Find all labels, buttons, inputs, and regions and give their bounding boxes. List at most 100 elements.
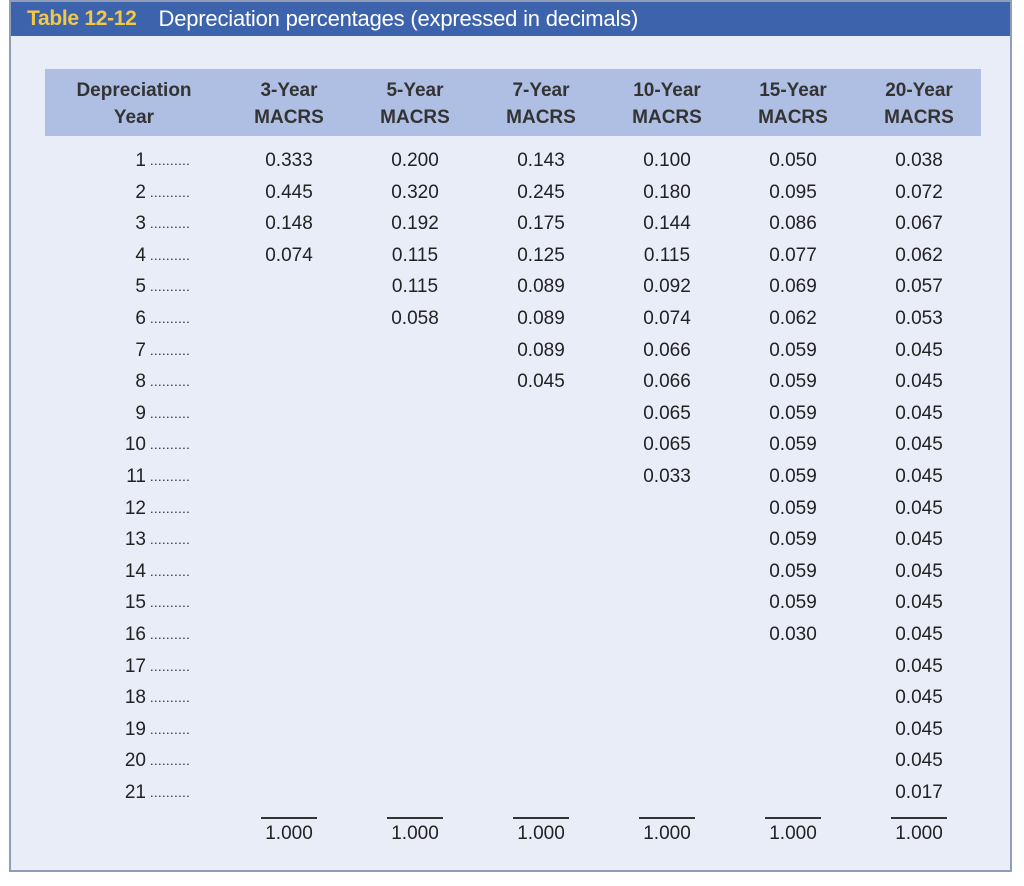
total-rule: [891, 817, 947, 819]
year-cell: 1..........: [135, 150, 191, 171]
value-cell: 0.333: [265, 150, 313, 171]
total-cell: 1.000: [391, 823, 439, 844]
year-cell: 6..........: [135, 308, 191, 329]
column-header: 7-Year MACRS: [481, 77, 601, 131]
column-header: 10-Year MACRS: [607, 77, 727, 131]
value-cell: 0.445: [265, 181, 313, 203]
column-header: 15-Year MACRS: [733, 77, 853, 131]
value-cell: 0.074: [643, 308, 691, 329]
value-cell: 0.077: [769, 244, 817, 266]
value-cell: 0.038: [895, 150, 943, 171]
year-cell: 18..........: [124, 687, 191, 709]
value-cell: 0.115: [643, 244, 691, 266]
year-cell: 17..........: [124, 655, 191, 677]
total-rule: [513, 817, 569, 819]
value-cell: 0.059: [769, 434, 817, 456]
year-cell: 5..........: [135, 276, 191, 298]
value-cell: 0.059: [769, 402, 817, 424]
value-cell: 0.066: [643, 371, 691, 393]
value-cell: 0.017: [895, 782, 943, 803]
value-cell: 0.095: [769, 181, 817, 203]
value-cell: 0.050: [769, 150, 817, 171]
value-cell: 0.089: [517, 276, 565, 298]
year-cell: 13..........: [124, 529, 191, 551]
column-header-line2: Year: [113, 107, 155, 128]
column-header: 5-Year MACRS: [355, 77, 475, 131]
value-cell: 0.045: [895, 434, 943, 456]
value-cell: 0.175: [517, 213, 565, 235]
value-cell: 0.069: [769, 276, 817, 298]
year-cell: 2..........: [135, 181, 191, 203]
column-header-line1: 20-Year: [885, 80, 953, 101]
value-cell: 0.089: [517, 308, 565, 329]
value-cell: 0.045: [895, 497, 943, 519]
value-cell: 0.057: [895, 276, 943, 298]
year-cell: 16..........: [124, 624, 191, 645]
column-header: 20-Year MACRS: [859, 77, 979, 131]
value-cell: 0.065: [643, 402, 691, 424]
column-header-line2: MACRS: [758, 107, 828, 128]
value-cell: 0.180: [643, 181, 691, 203]
year-cell: 4..........: [135, 244, 191, 266]
value-cell: 0.045: [895, 687, 943, 709]
table-number: Table 12-12: [27, 7, 137, 30]
column-header-line2: MACRS: [632, 107, 702, 128]
value-cell: 0.045: [895, 466, 943, 487]
total-cell: 1.000: [265, 823, 313, 844]
column-header: 3-Year MACRS: [229, 77, 349, 131]
total-rule: [387, 817, 443, 819]
value-cell: 0.125: [517, 244, 565, 266]
year-cell: 15..........: [124, 592, 191, 614]
value-cell: 0.192: [391, 213, 439, 235]
value-cell: 0.045: [895, 750, 943, 772]
year-cell: 19..........: [124, 718, 191, 740]
value-cell: 0.059: [769, 466, 817, 487]
year-cell: 8..........: [135, 371, 191, 393]
value-cell: 0.062: [769, 308, 817, 329]
value-cell: 0.059: [769, 339, 817, 361]
value-cell: 0.045: [895, 371, 943, 393]
table-frame: Table 12-12 Depreciation percentages (ex…: [9, 0, 1012, 872]
value-cell: 0.065: [643, 434, 691, 456]
value-cell: 0.066: [643, 339, 691, 361]
value-cell: 0.062: [895, 244, 943, 266]
column-header-line2: MACRS: [380, 107, 450, 128]
value-cell: 0.030: [769, 624, 817, 645]
value-cell: 0.115: [391, 276, 439, 298]
column-header-line1: Depreciation: [76, 80, 192, 101]
year-cell: 12..........: [124, 497, 191, 519]
total-rule: [639, 817, 695, 819]
value-cell: 0.067: [895, 213, 943, 235]
column-header-line1: 5-Year: [386, 80, 444, 101]
total-cell: 1.000: [643, 823, 691, 844]
total-rule: [765, 817, 821, 819]
value-cell: 0.092: [643, 276, 691, 298]
column-header-line1: 15-Year: [759, 80, 827, 101]
total-cell: 1.000: [769, 823, 817, 844]
table-title: Depreciation percentages (expressed in d…: [158, 6, 639, 31]
value-cell: 0.059: [769, 592, 817, 614]
year-cell: 11..........: [126, 466, 191, 487]
value-cell: 0.100: [643, 150, 691, 171]
value-cell: 0.045: [895, 592, 943, 614]
year-cell: 14..........: [124, 560, 191, 582]
value-cell: 0.058: [391, 308, 439, 329]
value-cell: 0.320: [391, 181, 439, 203]
total-cell: 1.000: [517, 823, 565, 844]
value-cell: 0.059: [769, 371, 817, 393]
value-cell: 0.045: [895, 529, 943, 551]
value-cell: 0.059: [769, 560, 817, 582]
column-header: Depreciation Year: [74, 77, 194, 131]
value-cell: 0.086: [769, 213, 817, 235]
total-rule: [261, 817, 317, 819]
value-cell: 0.033: [643, 466, 691, 487]
value-cell: 0.045: [895, 718, 943, 740]
value-cell: 0.045: [517, 371, 565, 393]
column-header-line2: MACRS: [254, 107, 324, 128]
header-row: Depreciation Year 3-Year MACRS 5-Year MACRS 7-…: [45, 69, 981, 136]
year-cell: 7..........: [135, 339, 191, 361]
value-cell: 0.045: [895, 560, 943, 582]
value-cell: 0.045: [895, 655, 943, 677]
value-cell: 0.148: [265, 213, 313, 235]
year-cell: 9..........: [135, 402, 191, 424]
